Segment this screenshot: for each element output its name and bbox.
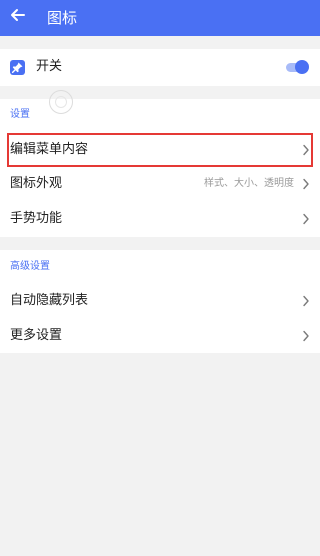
chevron-right-icon [303,330,309,342]
chevron-right-icon [303,295,309,307]
advanced-item-auto-hide-list[interactable]: 自动隐藏列表 [0,283,320,319]
page-title: 图标 [47,9,78,27]
touch-ripple-indicator [49,90,73,114]
advanced-section-title: 高级设置 [10,261,50,272]
settings-item-hint: 样式、大小、透明度 [204,178,294,189]
enable-toggle[interactable] [286,59,309,75]
settings-section-title: 设置 [10,109,30,120]
settings-item-icon-appearance[interactable]: 图标外观 样式、大小、透明度 [0,166,320,202]
toggle-knob [295,60,309,74]
settings-item-label: 手势功能 [10,211,63,226]
advanced-item-label: 更多设置 [10,328,63,343]
switch-row[interactable]: 开关 [0,49,320,85]
advanced-item-label: 自动隐藏列表 [10,293,89,308]
highlight-box [7,133,313,167]
advanced-item-more-settings[interactable]: 更多设置 [0,318,320,354]
settings-item-label: 图标外观 [10,176,63,191]
settings-item-gestures[interactable]: 手势功能 [0,201,320,237]
chevron-right-icon [303,178,309,190]
back-arrow-icon[interactable] [8,5,28,25]
chevron-right-icon [303,213,309,225]
switch-label: 开关 [36,59,63,74]
app-bar: 图标 [0,0,320,36]
